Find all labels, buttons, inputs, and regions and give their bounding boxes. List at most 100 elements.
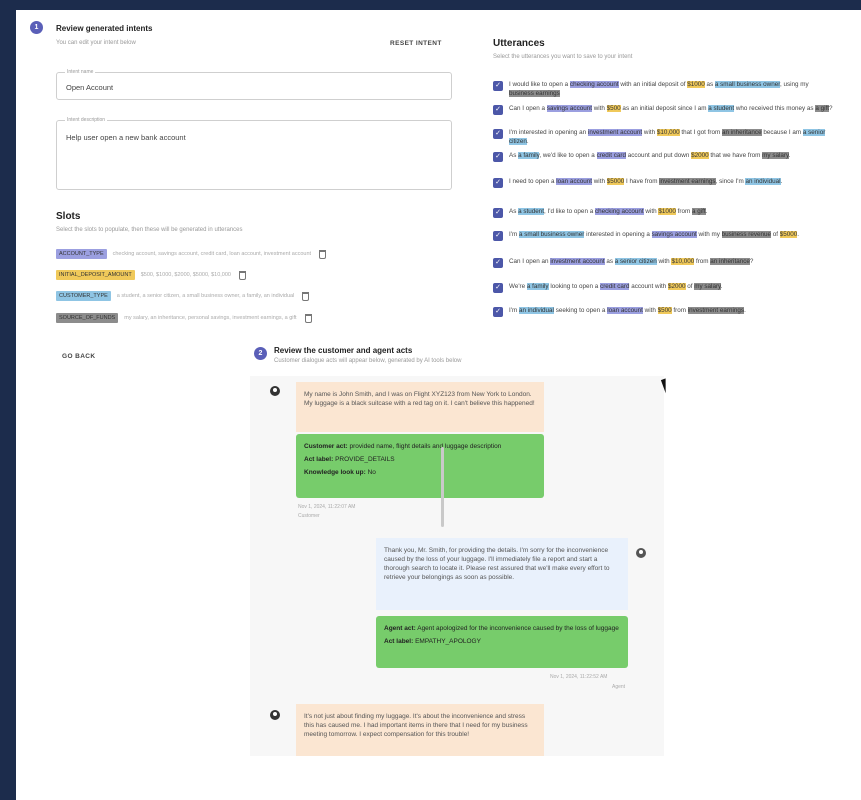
act-code-value: EMPATHY_APOLOGY [415,638,481,645]
act-code-label: Act label: [304,456,334,463]
slot-highlight: a student [708,105,735,112]
section-title: Review generated intents [56,24,153,33]
utterance-text: Can I open an investment account as a se… [509,257,753,266]
checkbox-icon[interactable]: ✓ [493,178,503,188]
agent-act-card: Agent act: Agent apologized for the inco… [376,616,628,668]
slot-highlight: investment account [587,129,643,136]
utterance-fragment: who received this money as [734,105,816,112]
checkbox-icon[interactable]: ✓ [493,258,503,268]
utterance-row[interactable]: ✓ Can I open a savings account with $500 … [493,104,833,115]
checkbox-icon[interactable]: ✓ [493,231,503,241]
slot-row: INITIAL_DEPOSIT_AMOUNT $500, $1000, $200… [56,269,246,281]
slot-examples: checking account, savings account, credi… [112,251,312,257]
utterance-text: I'm an individual seeking to open a loan… [509,306,746,315]
utterance-row[interactable]: ✓ Can I open an investment account as a s… [493,257,833,268]
slot-examples: $500, $1000, $2000, $5000, $10,000 [140,272,231,278]
slot-highlight: a small business owner [518,231,585,238]
utterance-row[interactable]: ✓ I would like to open a checking account… [493,80,833,98]
intent-name-value: Open Account [66,83,114,92]
utterance-fragment: as [704,81,715,88]
step-number: 1 [30,21,43,34]
utterance-row[interactable]: ✓ I'm interested in opening an investment… [493,128,833,146]
utterance-text: We're a family looking to open a credit … [509,282,723,291]
utterance-row[interactable]: ✓ As a family, we'd like to open a credit… [493,151,833,162]
slot-highlight: business earnings [509,90,560,97]
act-label: Agent act: [384,625,416,632]
checkbox-icon[interactable]: ✓ [493,129,503,139]
utterance-fragment: from [694,258,711,265]
utterance-row[interactable]: ✓ I need to open a loan account with $500… [493,177,833,188]
knowledge-label: Knowledge look up: [304,469,366,476]
utterance-fragment: . [780,178,783,185]
trash-icon[interactable] [238,270,246,280]
utterance-fragment: I'm interested in opening an [509,129,588,136]
slot-examples: my salary, an inheritance, personal savi… [124,315,297,321]
intent-description-value: Help user open a new bank account [66,133,186,142]
reset-intent-button[interactable]: RESET INTENT [390,40,442,47]
slot-highlight: a student [518,208,545,215]
message-role: Agent [612,684,626,690]
utterance-fragment: from [671,307,688,314]
slot-highlight: $5000 [606,178,625,185]
section-subtitle: You can edit your intent below [56,40,136,46]
slot-highlight: a gift [691,208,706,215]
slot-highlight: my salary [762,152,789,159]
utterance-fragment: account with [629,283,668,290]
checkbox-icon[interactable]: ✓ [493,152,503,162]
customer-message: It's not just about finding my luggage. … [296,704,544,756]
utterance-row[interactable]: ✓ I'm a small business owner interested i… [493,230,833,241]
utterance-fragment: . [797,231,800,238]
customer-avatar-icon [270,710,280,720]
chat-window[interactable]: My name is John Smith, and I was on Flig… [250,376,664,756]
customer-message: My name is John Smith, and I was on Flig… [296,382,544,432]
intent-description-field[interactable]: Intent description Help user open a new … [56,117,452,190]
trash-icon[interactable] [319,249,327,259]
slot-highlight: $2000 [691,152,709,159]
slot-highlight: credit card [596,152,626,159]
utterance-fragment: with [592,178,607,185]
slot-highlight: $1000 [687,81,705,88]
utterance-fragment: with [591,105,607,112]
checkbox-icon[interactable]: ✓ [493,208,503,218]
slot-chip[interactable]: CUSTOMER_TYPE [56,291,111,301]
trash-icon[interactable] [304,313,312,323]
utterance-row[interactable]: ✓ As a student, I'd like to open a checki… [493,207,833,218]
utterance-fragment: . [788,152,791,159]
slot-chip[interactable]: ACCOUNT_TYPE [56,249,107,259]
checkbox-icon[interactable]: ✓ [493,283,503,293]
trash-icon[interactable] [302,291,310,301]
slot-highlight: investment earnings [687,307,745,314]
utterance-fragment: I'm [509,231,519,238]
utterance-fragment: , since I'm [715,178,746,185]
utterance-fragment: that I got from [679,129,723,136]
utterance-text: I need to open a loan account with $5000… [509,177,782,186]
utterance-fragment: from [675,208,692,215]
act-code-value: PROVIDE_DETAILS [335,456,395,463]
intent-name-field[interactable]: Intent name Open Account [56,69,452,100]
slot-highlight: $500 [657,307,672,314]
slot-highlight: a small business owner [714,81,780,88]
slot-highlight: a family [526,283,549,290]
section-title: Review the customer and agent acts [274,346,413,355]
slot-highlight: loan account [607,307,643,314]
checkbox-icon[interactable]: ✓ [493,81,503,91]
utterance-fragment: because I am [761,129,803,136]
utterance-fragment: interested in opening a [584,231,652,238]
go-back-button[interactable]: GO BACK [62,353,96,360]
checkbox-icon[interactable]: ✓ [493,307,503,317]
step-number: 2 [254,347,267,360]
slot-highlight: $5000 [779,231,798,238]
slot-chip[interactable]: SOURCE_OF_FUNDS [56,313,119,323]
checkbox-icon[interactable]: ✓ [493,105,503,115]
utterance-text: I'm interested in opening an investment … [509,128,833,146]
slot-chip[interactable]: INITIAL_DEPOSIT_AMOUNT [56,270,135,280]
utterance-fragment: I need to open a [509,178,557,185]
utterance-row[interactable]: ✓ We're a family looking to open a credit… [493,282,833,293]
slot-highlight: $2000 [667,283,686,290]
utterance-text: I would like to open a checking account … [509,80,833,98]
utterances-subtitle: Select the utterances you want to save t… [493,54,633,60]
chat-scrollbar[interactable] [441,447,444,527]
utterance-fragment: that we have from [708,152,763,159]
agent-avatar-icon [636,548,646,558]
utterance-row[interactable]: ✓ I'm an individual seeking to open a loa… [493,306,833,317]
